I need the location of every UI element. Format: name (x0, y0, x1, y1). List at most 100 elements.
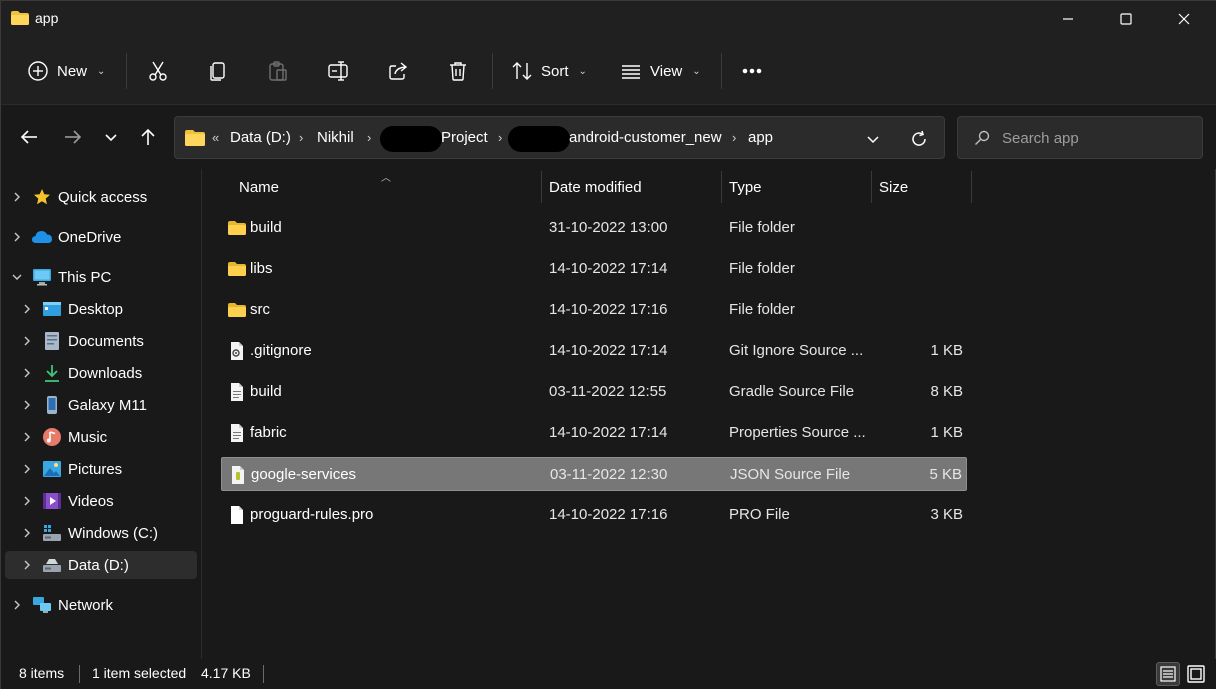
file-row[interactable]: build 31-10-2022 13:00 File folder (221, 211, 967, 245)
sidebar-label: This PC (58, 268, 112, 286)
chevron-right-icon[interactable] (21, 399, 33, 411)
copy-icon (210, 62, 225, 81)
chevron-right-icon[interactable] (21, 367, 33, 379)
delete-icon (450, 62, 466, 81)
text-file-icon (231, 383, 243, 401)
share-button[interactable] (387, 51, 409, 91)
sidebar-label: Network (58, 596, 114, 614)
file-size: 8 KB (930, 383, 963, 400)
sidebar-item-network[interactable]: Network (5, 591, 197, 619)
sidebar-item-pictures[interactable]: Pictures (5, 455, 197, 483)
more-options-button[interactable] (741, 51, 763, 91)
view-button[interactable]: View ⌄ (620, 51, 701, 91)
crumb-data-drive[interactable]: Data (D:) (230, 129, 291, 146)
new-button[interactable]: New ⌄ (27, 51, 105, 91)
rename-button[interactable] (327, 51, 349, 91)
sidebar-item-music[interactable]: Music (5, 423, 197, 451)
search-box[interactable] (957, 116, 1203, 159)
file-row-selected[interactable]: google-services 03-11-2022 12:30 JSON So… (221, 457, 967, 491)
arrow-right-icon (65, 130, 82, 144)
back-button[interactable] (15, 123, 43, 151)
column-header-size[interactable]: Size (879, 169, 908, 205)
large-icons-view-button[interactable] (1184, 662, 1208, 686)
chevron-right-icon[interactable] (21, 527, 33, 539)
column-resize-handle[interactable] (971, 171, 972, 203)
sidebar-item-galaxy-m11[interactable]: Galaxy M11 (5, 391, 197, 419)
crumb-separator[interactable]: › (498, 130, 502, 145)
file-row[interactable]: .gitignore 14-10-2022 17:14 Git Ignore S… (221, 334, 967, 368)
file-type: File folder (729, 301, 795, 318)
drive-icon (42, 555, 62, 575)
sidebar-item-data-d[interactable]: Data (D:) (5, 551, 197, 579)
file-row[interactable]: src 14-10-2022 17:16 File folder (221, 293, 967, 327)
chevron-right-icon[interactable] (21, 335, 33, 347)
column-header-date-modified[interactable]: Date modified (549, 169, 642, 205)
column-resize-handle[interactable] (541, 171, 542, 203)
delete-button[interactable] (447, 51, 469, 91)
recent-locations-button[interactable] (97, 123, 125, 151)
crumb-separator[interactable]: › (299, 130, 303, 145)
sidebar-item-videos[interactable]: Videos (5, 487, 197, 515)
crumb-android-customer-new[interactable]: android-customer_new (569, 129, 722, 146)
column-resize-handle[interactable] (721, 171, 722, 203)
search-input[interactable] (1002, 127, 1192, 149)
title-bar: app (1, 1, 1216, 37)
paste-button[interactable] (267, 51, 289, 91)
sidebar-label: Galaxy M11 (68, 396, 147, 414)
column-header-name[interactable]: Name (239, 169, 279, 205)
file-row[interactable]: libs 14-10-2022 17:14 File folder (221, 252, 967, 286)
forward-button[interactable] (59, 123, 87, 151)
downloads-icon (42, 363, 62, 383)
sidebar-item-quick-access[interactable]: Quick access (5, 183, 197, 211)
refresh-button[interactable] (908, 128, 930, 150)
file-name: build (250, 219, 282, 236)
column-resize-handle[interactable] (871, 171, 872, 203)
file-type: JSON Source File (730, 466, 851, 483)
minimize-button[interactable] (1039, 1, 1097, 37)
file-row[interactable]: proguard-rules.pro 14-10-2022 17:16 PRO … (221, 498, 967, 532)
file-date: 14-10-2022 17:14 (549, 260, 668, 277)
sidebar-item-this-pc[interactable]: This PC (5, 263, 197, 291)
status-divider (263, 665, 264, 683)
file-date: 14-10-2022 17:16 (549, 506, 668, 523)
sidebar-label: Windows (C:) (68, 524, 159, 542)
copy-button[interactable] (207, 51, 229, 91)
crumb-project[interactable]: Project (441, 129, 488, 146)
sidebar-item-windows-c[interactable]: Windows (C:) (5, 519, 197, 547)
chevron-right-icon[interactable] (11, 191, 23, 203)
sort-button[interactable]: Sort ⌄ (511, 51, 587, 91)
overflow-crumbs[interactable]: « (212, 130, 219, 145)
close-button[interactable] (1155, 1, 1213, 37)
chevron-right-icon[interactable] (21, 303, 33, 315)
sidebar-item-documents[interactable]: Documents (5, 327, 197, 355)
address-bar[interactable]: « Data (D:) › Nikhil › Project › android… (174, 116, 945, 159)
documents-icon (42, 331, 62, 351)
maximize-button[interactable] (1097, 1, 1155, 37)
crumb-separator[interactable]: › (732, 130, 736, 145)
pane-divider[interactable] (201, 169, 202, 659)
chevron-right-icon[interactable] (21, 559, 33, 571)
file-row[interactable]: fabric 14-10-2022 17:14 Properties Sourc… (221, 416, 967, 450)
file-name: libs (250, 260, 273, 277)
chevron-down-icon[interactable] (11, 271, 23, 283)
file-list: ︿ Name Date modified Type Size build 31-… (203, 169, 1216, 659)
toolbar-divider (126, 53, 127, 89)
up-button[interactable] (134, 123, 162, 151)
chevron-right-icon[interactable] (21, 463, 33, 475)
file-row[interactable]: build 03-11-2022 12:55 Gradle Source Fil… (221, 375, 967, 409)
chevron-right-icon[interactable] (21, 431, 33, 443)
crumb-app[interactable]: app (748, 129, 773, 146)
column-header-type[interactable]: Type (729, 169, 762, 205)
sidebar-item-downloads[interactable]: Downloads (5, 359, 197, 387)
chevron-right-icon[interactable] (21, 495, 33, 507)
sidebar-item-onedrive[interactable]: OneDrive (5, 223, 197, 251)
chevron-right-icon[interactable] (11, 231, 23, 243)
crumb-separator[interactable]: › (367, 130, 371, 145)
address-history-button[interactable] (863, 129, 883, 149)
sidebar-label: Desktop (68, 300, 124, 318)
crumb-nikhil[interactable]: Nikhil (317, 129, 354, 146)
details-view-button[interactable] (1156, 662, 1180, 686)
chevron-right-icon[interactable] (11, 599, 23, 611)
sidebar-item-desktop[interactable]: Desktop (5, 295, 197, 323)
cut-button[interactable] (147, 51, 169, 91)
